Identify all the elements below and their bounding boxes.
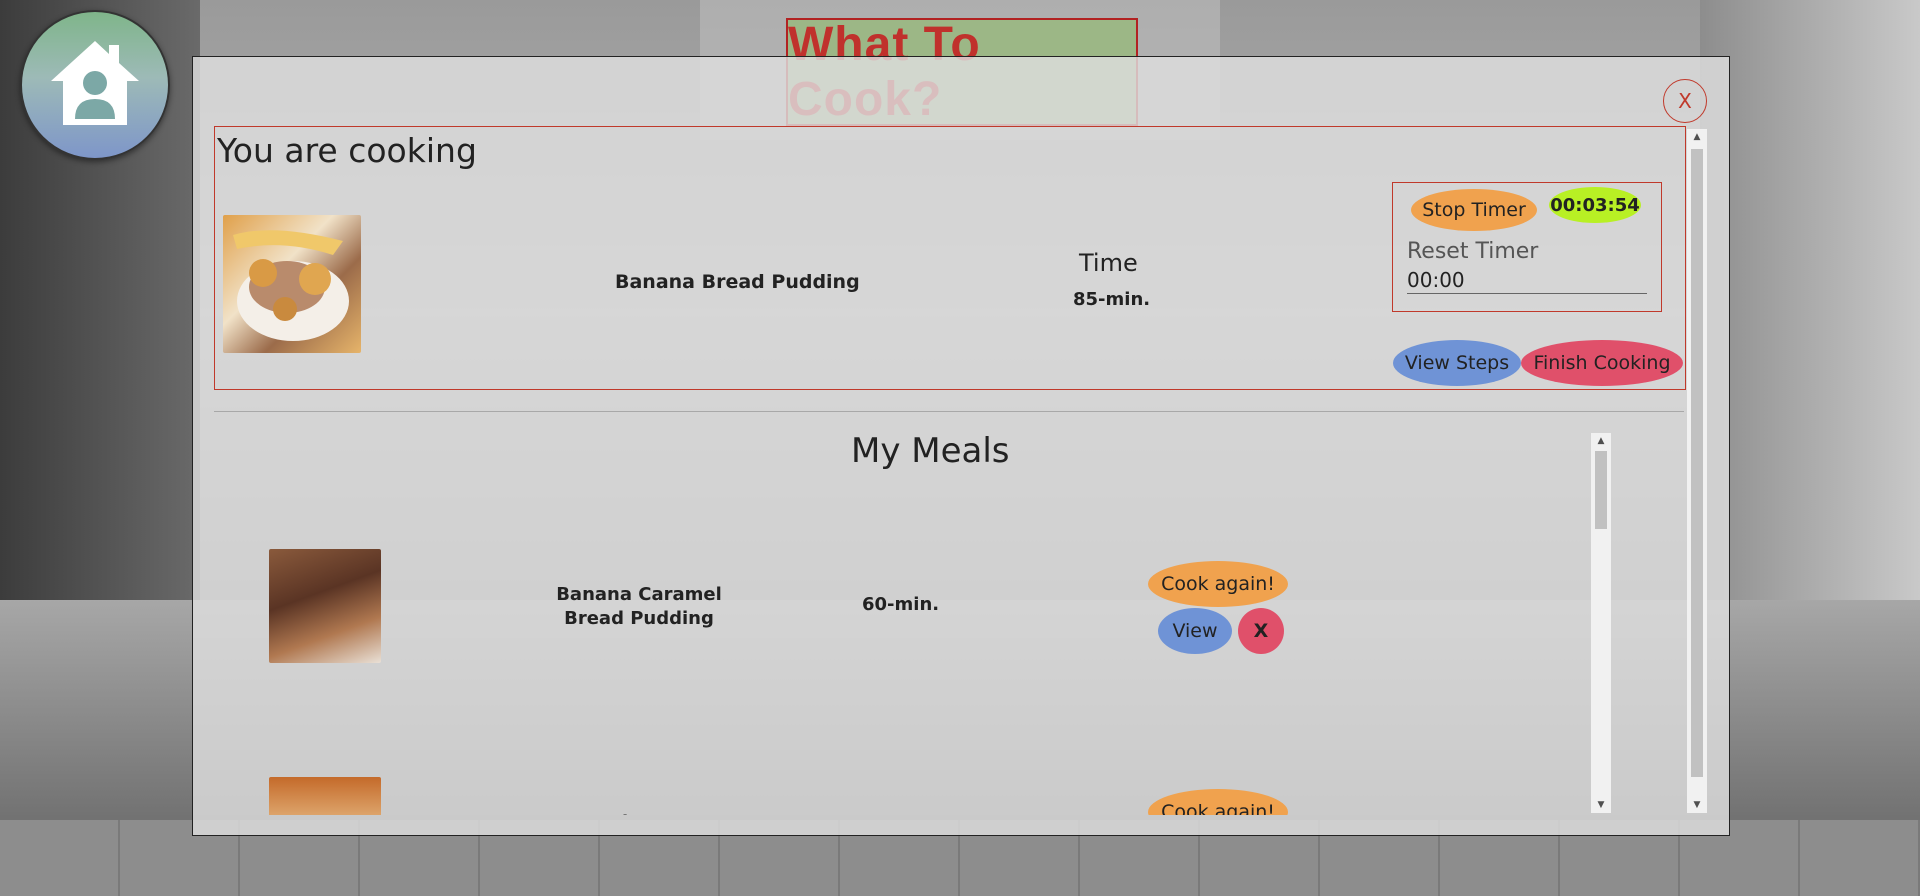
cooking-modal: X ▲ ▼ You are cooking Banana Bread Puddi…: [192, 56, 1730, 836]
meals-scrollbar-thumb[interactable]: [1595, 451, 1607, 529]
meal-row: Apple-Date Compote withCook again!ViewX: [214, 717, 1594, 815]
my-meals-title: My Meals: [851, 431, 1010, 471]
scroll-down-icon[interactable]: ▼: [1687, 797, 1707, 813]
home-button[interactable]: [20, 10, 170, 160]
finish-cooking-button[interactable]: Finish Cooking: [1521, 340, 1683, 386]
section-divider: [214, 411, 1684, 412]
meals-list: Banana Caramel Bread Pudding 60-min. Coo…: [214, 489, 1594, 815]
meal-image: [269, 549, 381, 663]
reset-timer-label: Reset Timer: [1407, 239, 1539, 264]
meal-row: Banana Caramel Bread Pudding 60-min. Coo…: [214, 489, 1594, 663]
view-meal-button[interactable]: View: [1158, 608, 1232, 654]
close-button[interactable]: X: [1663, 79, 1707, 123]
meals-scroll-down-icon[interactable]: ▼: [1591, 797, 1611, 813]
modal-scrollbar-thumb[interactable]: [1691, 149, 1703, 777]
modal-scrollbar[interactable]: ▲ ▼: [1687, 129, 1707, 813]
scroll-up-icon[interactable]: ▲: [1687, 129, 1707, 145]
stop-timer-button[interactable]: Stop Timer: [1411, 189, 1537, 231]
close-label: X: [1678, 89, 1692, 113]
cooking-recipe-name: Banana Bread Pudding: [615, 271, 860, 293]
meals-scroll-up-icon[interactable]: ▲: [1591, 433, 1611, 449]
cooking-title: You are cooking: [217, 131, 477, 170]
time-heading: Time: [1079, 249, 1138, 277]
timer-display: 00:03:54: [1549, 187, 1641, 223]
meal-name: Banana Caramel Bread Pudding: [556, 584, 722, 629]
remove-meal-button[interactable]: X: [1238, 608, 1284, 654]
cook-again-button[interactable]: Cook again!: [1148, 789, 1288, 815]
cook-again-button[interactable]: Cook again!: [1148, 561, 1288, 607]
meal-time: 60-min.: [862, 594, 940, 615]
meals-scrollbar[interactable]: ▲ ▼: [1591, 433, 1611, 813]
meal-name: Apple-Date Compote with: [544, 811, 734, 815]
cooking-recipe-image: [223, 215, 361, 353]
home-user-icon: [47, 35, 143, 135]
timer-panel: Stop Timer 00:03:54 Reset Timer: [1392, 182, 1662, 312]
current-cooking-panel: You are cooking Banana Bread Pudding Tim…: [214, 126, 1686, 390]
view-steps-button[interactable]: View Steps: [1393, 340, 1521, 386]
reset-timer-input[interactable]: [1407, 267, 1647, 294]
cooking-time-value: 85-min.: [1073, 289, 1151, 310]
meal-image: [269, 777, 381, 815]
